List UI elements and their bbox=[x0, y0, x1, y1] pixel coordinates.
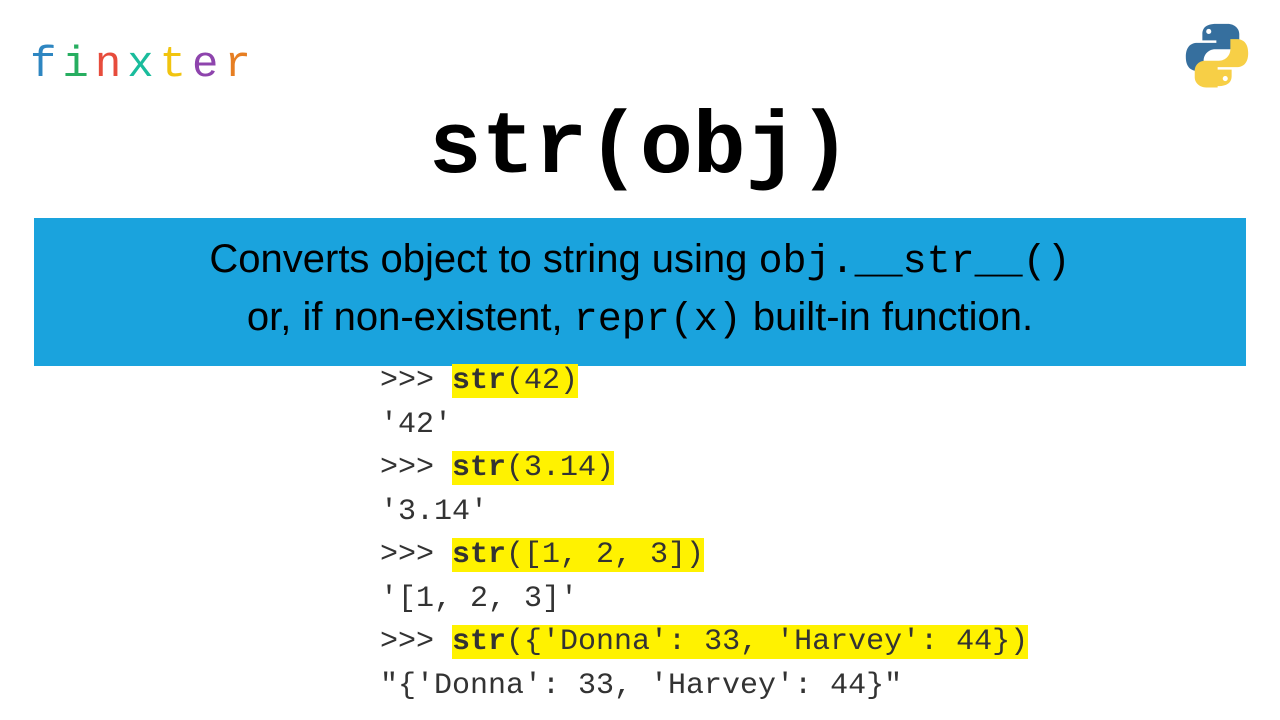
code-line: >>> str([1, 2, 3]) bbox=[380, 534, 1028, 578]
description-bar: Converts object to string using obj.__st… bbox=[34, 218, 1246, 366]
logo-letter: e bbox=[192, 40, 224, 90]
logo-letter: i bbox=[62, 40, 94, 90]
desc-text-1: Converts object to string using bbox=[209, 237, 758, 281]
finxter-logo: finxter bbox=[30, 40, 257, 90]
desc-code-1: obj.__str__() bbox=[759, 240, 1071, 285]
python-logo-icon bbox=[1182, 20, 1252, 90]
code-line: '[1, 2, 3]' bbox=[380, 578, 1028, 622]
desc-code-2: repr(x) bbox=[574, 298, 742, 343]
logo-letter: r bbox=[224, 40, 256, 90]
logo-letter: x bbox=[127, 40, 159, 90]
logo-letter: t bbox=[160, 40, 192, 90]
page-title: str(obj) bbox=[0, 100, 1280, 199]
code-line: >>> str(42) bbox=[380, 360, 1028, 404]
code-line: "{'Donna': 33, 'Harvey': 44}" bbox=[380, 665, 1028, 709]
code-line: '42' bbox=[380, 404, 1028, 448]
logo-letter: f bbox=[30, 40, 62, 90]
desc-text-2: or, if non-existent, bbox=[247, 295, 574, 339]
code-line: >>> str(3.14) bbox=[380, 447, 1028, 491]
code-block: >>> str(42)'42'>>> str(3.14)'3.14'>>> st… bbox=[380, 360, 1028, 708]
code-line: >>> str({'Donna': 33, 'Harvey': 44}) bbox=[380, 621, 1028, 665]
code-line: '3.14' bbox=[380, 491, 1028, 535]
desc-text-3: built-in function. bbox=[742, 295, 1033, 339]
logo-letter: n bbox=[95, 40, 127, 90]
slide: finxter str(obj) Converts object to stri… bbox=[0, 0, 1280, 720]
